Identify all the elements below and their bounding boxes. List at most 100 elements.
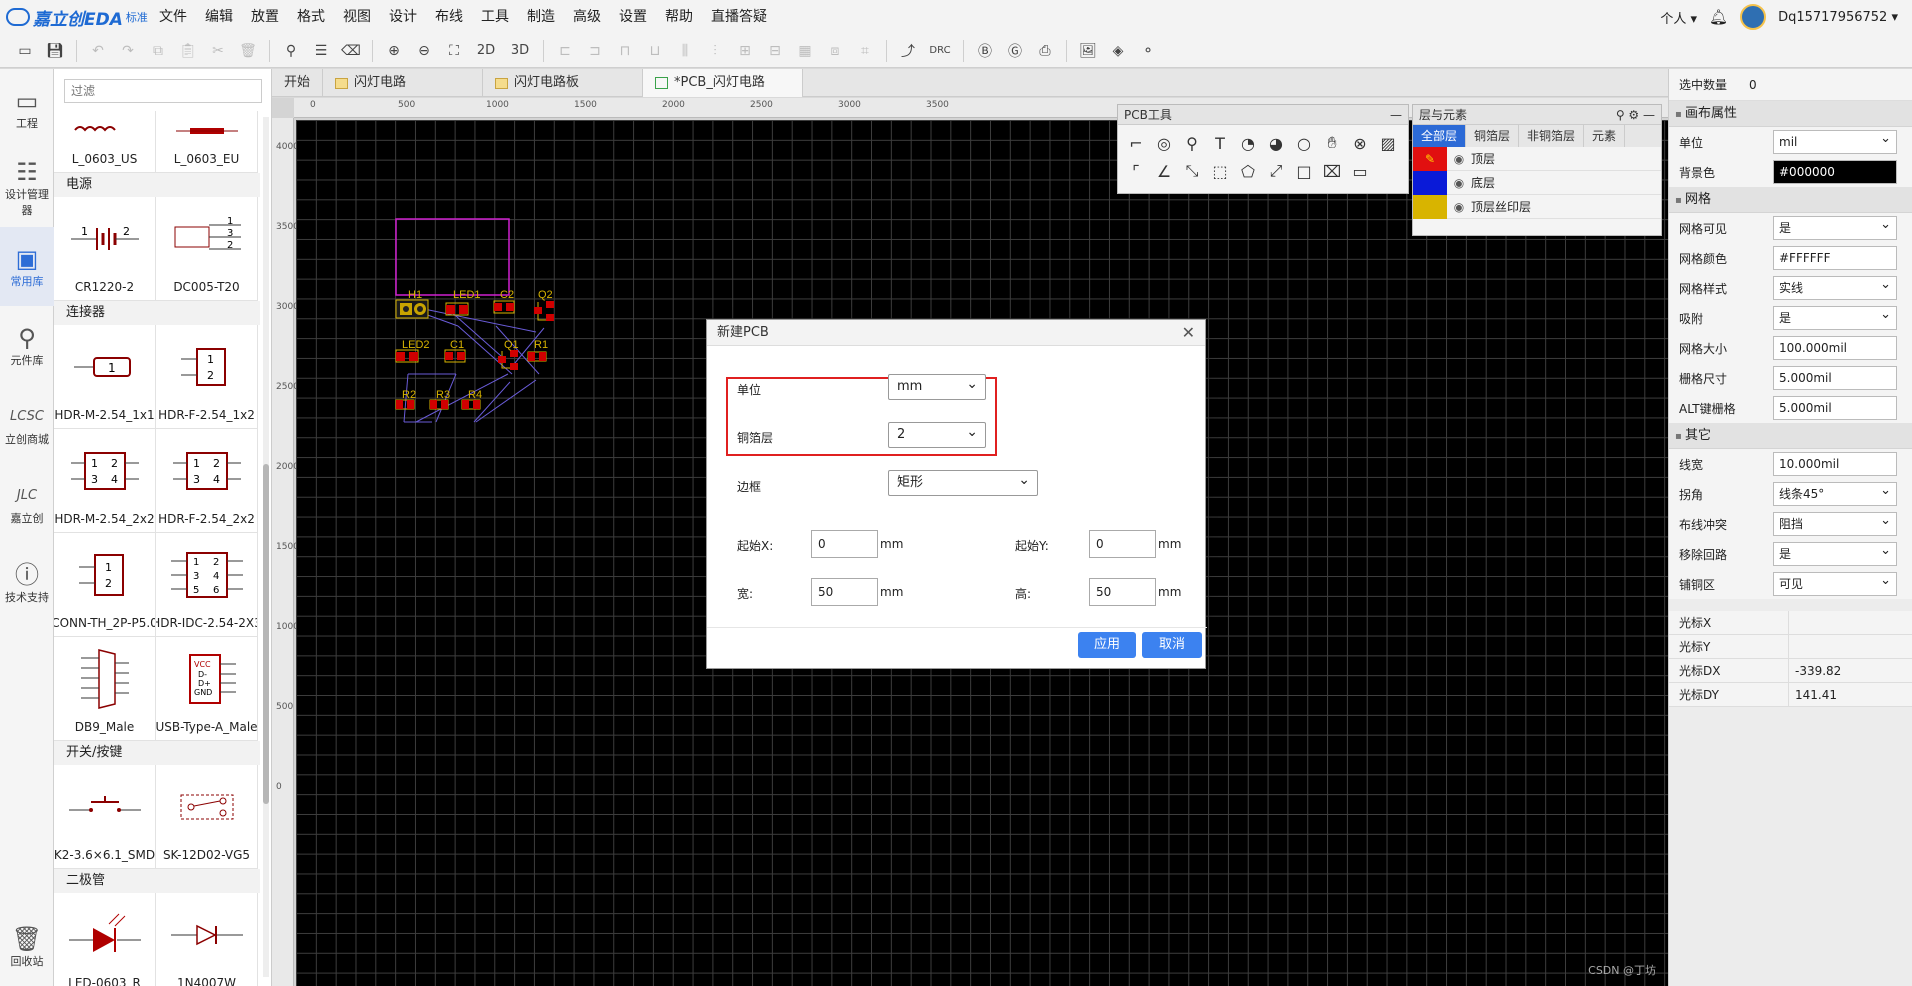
nav-recycle-bin[interactable]: 🗑︎ 回收站: [0, 907, 54, 986]
delete-icon[interactable]: 🗑︎: [235, 39, 261, 63]
personal-menu[interactable]: 个人 ▾: [1660, 8, 1697, 27]
new-project-icon[interactable]: ▭: [12, 39, 38, 63]
library-item[interactable]: VCC D- D+ GND USB-Type-A_Male: [156, 637, 258, 741]
library-item[interactable]: L_0603_US: [54, 111, 156, 173]
route-icon[interactable]: ⤴: [895, 39, 921, 63]
copy-icon[interactable]: ⧉: [145, 39, 171, 63]
layers-icon[interactable]: ◈: [1105, 39, 1131, 63]
align-vcenter-icon[interactable]: ⫶: [702, 39, 728, 63]
menu-item[interactable]: 视图: [334, 0, 380, 34]
library-item[interactable]: L_0603_EU: [156, 111, 258, 173]
menu-item[interactable]: 放置: [242, 0, 288, 34]
search-icon[interactable]: ⚲: [278, 39, 304, 63]
connect-icon[interactable]: ⤡: [1178, 157, 1206, 185]
menu-item[interactable]: 编辑: [196, 0, 242, 34]
find-replace-icon[interactable]: ☰: [308, 39, 334, 63]
tab-schematic[interactable]: 闪灯电路: [323, 69, 484, 97]
rect-select-icon[interactable]: ⬚: [1206, 157, 1234, 185]
measure-icon[interactable]: ⤢: [1262, 157, 1290, 185]
hole-icon[interactable]: ⊗: [1346, 129, 1374, 157]
text-icon[interactable]: T: [1206, 129, 1234, 157]
menu-item[interactable]: 设计: [380, 0, 426, 34]
library-item[interactable]: 12 CONN-TH_2P-P5.0: [54, 533, 156, 637]
menu-item[interactable]: 制造: [518, 0, 564, 34]
library-item[interactable]: 12 CR1220-2: [54, 197, 156, 301]
eye-icon[interactable]: ◉: [1447, 176, 1471, 190]
filter-input[interactable]: [64, 79, 262, 103]
library-item[interactable]: 1 HDR-M-2.54_1x1: [54, 325, 156, 429]
library-item[interactable]: 1234 HDR-F-2.54_2x2: [156, 429, 258, 533]
layer-row-top-silk[interactable]: ◉ 顶层丝印层: [1413, 194, 1661, 219]
align-top-icon[interactable]: ⊓: [612, 39, 638, 63]
solid-region-icon[interactable]: ▭: [1346, 157, 1374, 185]
align-left-icon[interactable]: ⊏: [552, 39, 578, 63]
snap-size-field[interactable]: 5.000mil: [1773, 366, 1897, 390]
align-grid-icon[interactable]: ▦: [792, 39, 818, 63]
layer-tab-noncopper[interactable]: 非铜箔层: [1519, 125, 1585, 147]
library-item[interactable]: LED-0603_R: [54, 893, 156, 986]
align-bottom-icon[interactable]: ⊔: [642, 39, 668, 63]
paste-icon[interactable]: 📋︎: [175, 39, 201, 63]
image-icon[interactable]: 🖼︎: [1075, 39, 1101, 63]
eye-icon[interactable]: ◉: [1447, 152, 1471, 166]
copper-area-icon[interactable]: ⌧: [1318, 157, 1346, 185]
distribute-h-icon[interactable]: ⊞: [732, 39, 758, 63]
grid-visible-select[interactable]: 是: [1773, 214, 1897, 240]
panel-controls-icon[interactable]: ⚲ ⚙ —: [1616, 105, 1655, 125]
rectangle-icon[interactable]: □: [1290, 157, 1318, 185]
track-icon[interactable]: ⌐: [1122, 129, 1150, 157]
minimize-icon[interactable]: —: [1390, 105, 1402, 125]
cut-icon[interactable]: ✂: [205, 39, 231, 63]
username-menu[interactable]: Dq15717956752 ▾: [1778, 10, 1898, 25]
distribute-v-icon[interactable]: ⊟: [762, 39, 788, 63]
grid-size-field[interactable]: 100.000mil: [1773, 336, 1897, 360]
zoom-in-icon[interactable]: ⊕: [381, 39, 407, 63]
eraser-icon[interactable]: ⌫: [338, 39, 364, 63]
dimension-icon[interactable]: ⌜: [1122, 157, 1150, 185]
nav-lcsc-store[interactable]: LCSC 立创商城: [0, 385, 54, 464]
menu-item[interactable]: 帮助: [656, 0, 702, 34]
height-input[interactable]: 50: [1089, 578, 1156, 606]
close-icon[interactable]: ✕: [1182, 320, 1195, 346]
undo-icon[interactable]: ↶: [85, 39, 111, 63]
copper-area-select[interactable]: 可见: [1773, 570, 1897, 596]
layer-tab-copper[interactable]: 铜箔层: [1466, 125, 1520, 147]
group-icon[interactable]: ⧈: [822, 39, 848, 63]
line-width-field[interactable]: 10.000mil: [1773, 452, 1897, 476]
start-y-input[interactable]: 0: [1089, 530, 1156, 558]
routing-conflict-select[interactable]: 阻挡: [1773, 510, 1897, 536]
layer-row-bottom[interactable]: ◉ 底层: [1413, 170, 1661, 195]
nav-design-manager[interactable]: ☷ 设计管理器: [0, 148, 54, 227]
fit-view-icon[interactable]: ⛶: [441, 39, 467, 63]
library-item[interactable]: K2-3.6×6.1_SMD: [54, 765, 156, 869]
library-item[interactable]: 1N4007W: [156, 893, 258, 986]
menu-item[interactable]: 高级: [564, 0, 610, 34]
ungroup-icon[interactable]: ⌗: [852, 39, 878, 63]
gerber-icon[interactable]: Ⓖ: [1002, 39, 1028, 63]
app-logo[interactable]: 嘉立创EDA 标准: [0, 5, 150, 30]
alt-snap-field[interactable]: 5.000mil: [1773, 396, 1897, 420]
nav-component-library[interactable]: ⚲ 元件库: [0, 306, 54, 385]
library-item[interactable]: 1234 HDR-M-2.54_2x2: [54, 429, 156, 533]
apply-button[interactable]: 应用: [1078, 632, 1136, 658]
menu-item[interactable]: 格式: [288, 0, 334, 34]
eye-icon[interactable]: ◉: [1447, 200, 1471, 214]
border-select[interactable]: 矩形: [888, 468, 1038, 496]
share-icon[interactable]: ⚬: [1135, 39, 1161, 63]
layer-tab-all[interactable]: 全部层: [1413, 125, 1467, 147]
grid-style-select[interactable]: 实线: [1773, 274, 1897, 300]
angle-icon[interactable]: ∠: [1150, 157, 1178, 185]
via-icon[interactable]: ⚲: [1178, 129, 1206, 157]
hand-icon[interactable]: ✋︎: [1318, 129, 1346, 157]
align-right-icon[interactable]: ⊐: [582, 39, 608, 63]
start-x-input[interactable]: 0: [811, 530, 878, 558]
bom-icon[interactable]: Ⓑ: [972, 39, 998, 63]
tab-pcb[interactable]: *PCB_闪灯电路: [643, 69, 804, 97]
image-icon[interactable]: ▨: [1374, 129, 1402, 157]
arc2-icon[interactable]: ◕: [1262, 129, 1290, 157]
copper-layers-select[interactable]: 2: [888, 420, 986, 448]
layer-tab-elements[interactable]: 元素: [1584, 125, 1626, 147]
menu-item[interactable]: 直播答疑: [702, 0, 776, 34]
pad-icon[interactable]: ◎: [1150, 129, 1178, 157]
nav-project[interactable]: ▭ 工程: [0, 69, 54, 148]
